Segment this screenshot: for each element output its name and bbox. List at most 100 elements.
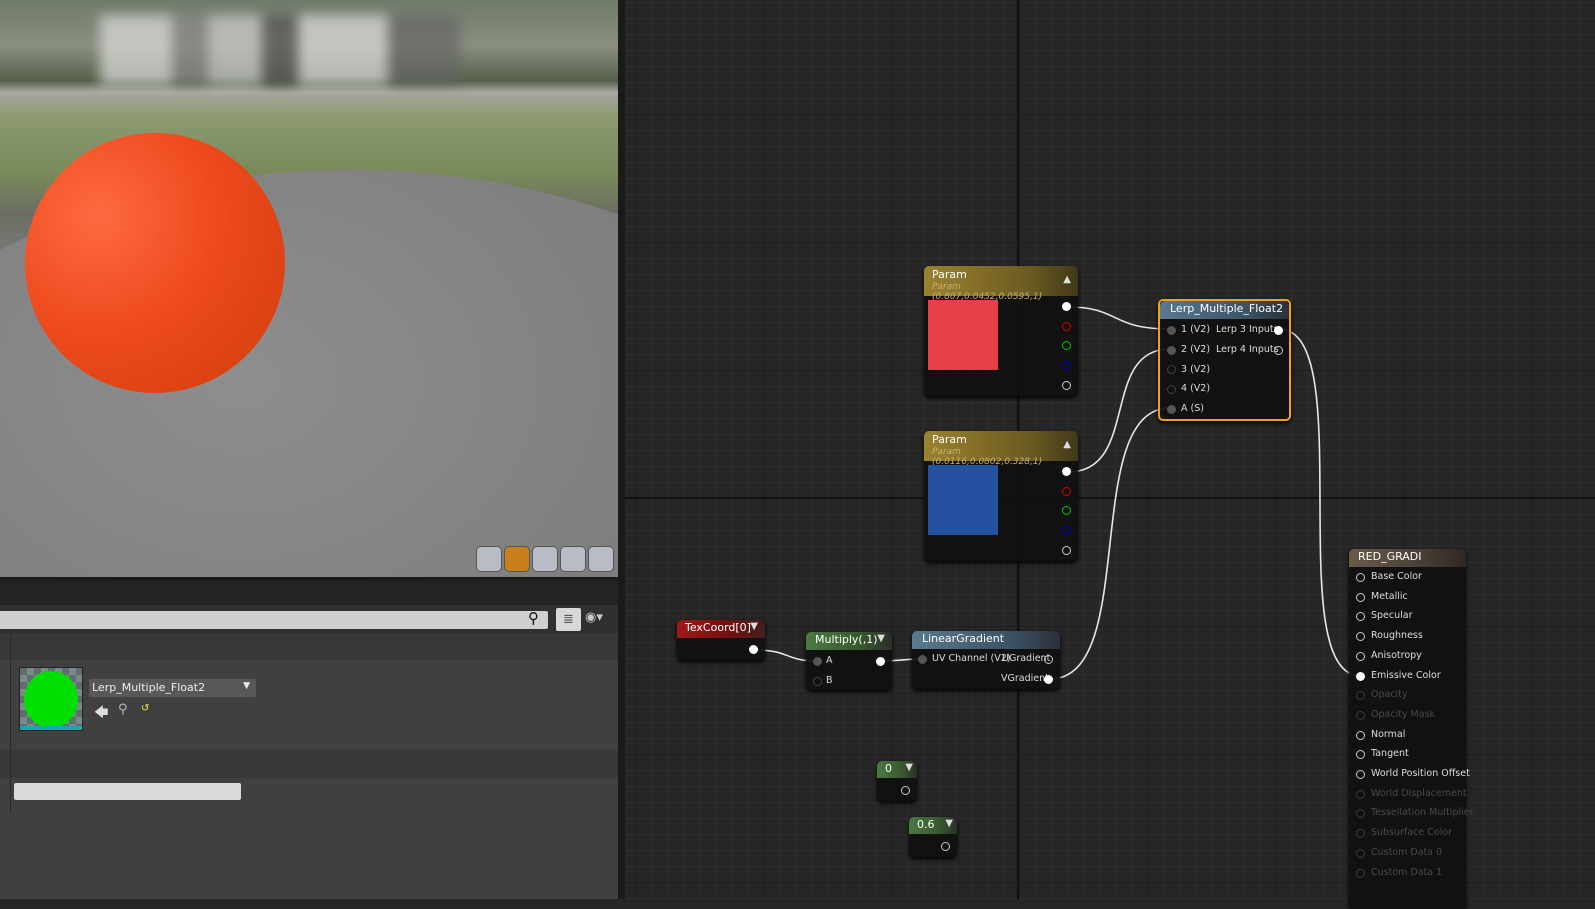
material-input-pin[interactable] xyxy=(1356,573,1365,582)
output-pin-vgradient[interactable] xyxy=(1044,675,1053,684)
material-input-pin[interactable] xyxy=(1356,671,1365,681)
material-input-label: Anisotropy xyxy=(1371,649,1422,661)
browse-search-icon[interactable]: ⚲ xyxy=(118,702,128,717)
output-pin-g[interactable] xyxy=(1062,341,1071,350)
input-pin[interactable] xyxy=(1167,365,1176,374)
preview-mesh-toolbar xyxy=(476,546,614,572)
output-pin[interactable] xyxy=(901,786,910,795)
dropdown-icon[interactable]: ▼ xyxy=(877,633,885,644)
param-node-red[interactable]: Param Param (0.807,0.0452,0.0595,1) ▲ xyxy=(924,266,1078,396)
list-view-icon[interactable]: ≣ xyxy=(556,608,581,631)
param-node-blue[interactable]: Param Param (0.0116,0.0802,0.328,1) ▲ xyxy=(924,431,1078,561)
material-result-node[interactable]: RED_GRADI Base Color Metallic Specular Roug… xyxy=(1349,549,1473,909)
preview-viewport[interactable] xyxy=(0,0,618,577)
lerp-multiple-float2-node[interactable]: Lerp_Multiple_Float2 1 (V2) 2 (V2) 3 (V2… xyxy=(1158,299,1291,421)
constant-node-0-6[interactable]: 0.6 ▼ xyxy=(909,817,957,857)
details-category-row xyxy=(0,633,618,660)
plane-icon[interactable] xyxy=(532,546,558,572)
pin-label: 1 (V2) xyxy=(1181,324,1211,335)
node-subtitle: Param (0.807,0.0452,0.0595,1) xyxy=(932,282,1043,302)
node-title: Multiply(,1) xyxy=(815,633,878,646)
output-pin[interactable] xyxy=(749,645,758,654)
output-pin-r[interactable] xyxy=(1062,322,1071,331)
output-pin[interactable] xyxy=(941,842,950,851)
material-input-label: Custom Data 0 xyxy=(1371,846,1443,858)
cube-icon[interactable] xyxy=(560,546,586,572)
node-subtitle: Param (0.0116,0.0802,0.328,1) xyxy=(932,447,1043,467)
asset-dropdown[interactable]: Lerp_Multiple_Float2 ▼ xyxy=(89,679,256,697)
material-input-label: Specular xyxy=(1371,610,1413,622)
input-pin[interactable] xyxy=(1167,385,1176,394)
search-icon[interactable]: ⚲ xyxy=(528,609,539,627)
thumbnail-sphere xyxy=(24,671,78,728)
collapse-icon[interactable]: ▲ xyxy=(1063,439,1071,450)
material-input-pin[interactable] xyxy=(1356,829,1365,839)
material-input-pin[interactable] xyxy=(1356,789,1365,799)
text-field[interactable] xyxy=(14,783,241,800)
dropdown-icon[interactable]: ▼ xyxy=(750,621,758,632)
color-swatch xyxy=(928,465,998,535)
input-pin[interactable] xyxy=(1167,346,1176,355)
input-pin-a[interactable] xyxy=(813,657,822,666)
output-pin-b[interactable] xyxy=(1062,526,1071,535)
input-pin-uv[interactable] xyxy=(918,655,927,664)
material-input-pin[interactable] xyxy=(1356,612,1365,622)
output-pin-a[interactable] xyxy=(1062,546,1071,555)
collapse-icon[interactable]: ▲ xyxy=(1063,274,1071,285)
teapot-icon[interactable] xyxy=(588,546,614,572)
panel-splitter[interactable] xyxy=(618,0,625,899)
details-search-input[interactable] xyxy=(0,611,548,629)
node-title: RED_GRADI xyxy=(1349,549,1466,567)
material-input-pin[interactable] xyxy=(1356,868,1365,878)
material-input-label: Custom Data 1 xyxy=(1371,866,1443,878)
material-input-pin[interactable] xyxy=(1356,710,1365,720)
input-pin[interactable] xyxy=(1167,326,1176,335)
material-input-pin[interactable] xyxy=(1356,592,1365,602)
eye-visibility-icon[interactable]: ◉▾ xyxy=(585,610,603,625)
material-input-label: Normal xyxy=(1371,728,1406,740)
output-pin-rgba[interactable] xyxy=(1062,302,1071,311)
material-input-pin[interactable] xyxy=(1356,848,1365,858)
output-pin[interactable] xyxy=(876,657,885,666)
pin-label: Lerp 4 Inputs xyxy=(1216,344,1279,355)
constant-node-0[interactable]: 0 ▼ xyxy=(877,761,917,801)
multiply-node[interactable]: Multiply(,1) ▼ A B xyxy=(806,632,892,690)
output-pin-a[interactable] xyxy=(1062,381,1071,390)
texcoord-node[interactable]: TexCoord[0] ▼ xyxy=(677,620,765,660)
input-pin-b[interactable] xyxy=(813,677,822,686)
pin-label: Lerp 3 Inputs xyxy=(1216,324,1279,335)
use-selected-arrow-icon[interactable]: 🡄 xyxy=(94,702,108,726)
output-pin-g[interactable] xyxy=(1062,506,1071,515)
pin-label: 4 (V2) xyxy=(1181,383,1211,394)
material-input-label: Base Color xyxy=(1371,571,1422,582)
output-pin[interactable] xyxy=(1274,346,1283,355)
material-input-pin[interactable] xyxy=(1356,730,1365,740)
details-tab-bar xyxy=(0,577,618,605)
pin-label: A (S) xyxy=(1181,403,1204,414)
asset-property-row xyxy=(0,660,618,750)
dropdown-icon[interactable]: ▼ xyxy=(945,818,953,829)
pin-label: A xyxy=(826,655,833,666)
sphere-icon[interactable] xyxy=(504,546,530,572)
material-input-pin[interactable] xyxy=(1356,651,1365,661)
input-pin[interactable] xyxy=(1167,405,1176,414)
pin-label: UV Channel (V2) xyxy=(932,653,1011,664)
linear-gradient-node[interactable]: LinearGradient UV Channel (V2) UGradient… xyxy=(912,631,1060,689)
output-pin-rgba[interactable] xyxy=(1062,467,1071,476)
pin-label: 3 (V2) xyxy=(1181,364,1211,375)
cylinder-icon[interactable] xyxy=(476,546,502,572)
node-title: Param xyxy=(932,268,967,281)
dropdown-icon[interactable]: ▼ xyxy=(905,762,913,773)
asset-thumbnail[interactable] xyxy=(19,667,83,731)
output-pin-ugradient[interactable] xyxy=(1044,655,1053,664)
material-input-pin[interactable] xyxy=(1356,770,1365,779)
material-input-pin[interactable] xyxy=(1356,691,1365,701)
material-input-pin[interactable] xyxy=(1356,750,1365,760)
output-pin[interactable] xyxy=(1274,326,1283,335)
reset-icon[interactable]: ↺ xyxy=(141,703,149,714)
material-input-pin[interactable] xyxy=(1356,809,1365,819)
output-pin-b[interactable] xyxy=(1062,361,1071,370)
color-swatch xyxy=(928,300,998,370)
output-pin-r[interactable] xyxy=(1062,487,1071,496)
material-input-pin[interactable] xyxy=(1356,632,1365,642)
